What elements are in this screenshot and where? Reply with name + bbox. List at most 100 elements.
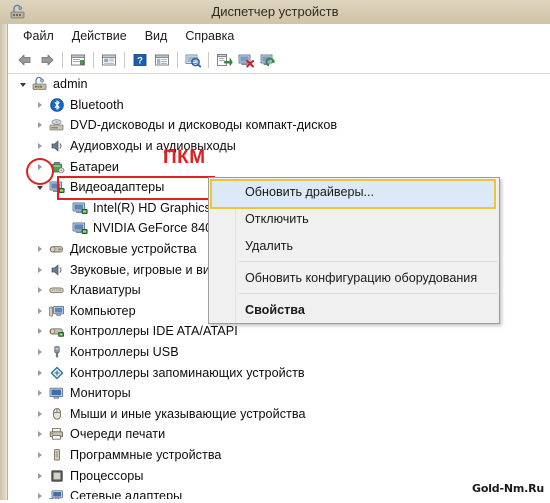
expand-arrow-icon[interactable] [31,445,48,465]
context-menu-separator [239,293,497,294]
context-menu-item-scan-hardware[interactable]: Обновить конфигурацию оборудования [209,264,499,291]
context-menu-item-disable[interactable]: Отключить [209,205,499,232]
tree-item-monitors[interactable]: Мониторы [9,383,549,404]
context-menu-item-uninstall[interactable]: Удалить [209,232,499,259]
tree-item-label: DVD-дисководы и дисководы компакт-дисков [70,118,338,133]
tree-item-label: Bluetooth [70,97,124,112]
dvd-drive-icon [48,117,66,133]
ide-controller-icon [48,323,66,339]
device-manager-window: Диспетчер устройств Файл Действие Вид Сп… [0,0,550,503]
context-menu[interactable]: Обновить драйверы... Отключить Удалить О… [208,177,500,324]
tree-item-label: NVIDIA GeForce 840M [93,221,223,236]
processor-icon [48,468,66,484]
expand-arrow-icon[interactable] [31,321,48,341]
expand-arrow-icon[interactable] [31,115,48,135]
expand-arrow-icon[interactable] [31,136,48,156]
tree-item-label: Программные устройства [70,447,222,462]
expand-arrow-icon[interactable] [31,404,48,424]
expand-arrow-icon[interactable] [31,424,48,444]
toolbar-separator [93,52,94,68]
tree-item-software-devices[interactable]: Программные устройства [9,445,549,466]
menu-view[interactable]: Вид [136,27,177,45]
expand-arrow-icon[interactable] [31,301,48,321]
window-title: Диспетчер устройств [211,4,339,19]
bluetooth-icon [48,97,66,113]
tree-item-label: Батареи [70,159,120,174]
context-menu-separator [239,261,497,262]
menu-action[interactable]: Действие [63,27,136,45]
expand-arrow-expanded-icon[interactable] [14,74,31,94]
tree-item-label: Мыши и иные указывающие устройства [70,406,306,421]
title-bar: Диспетчер устройств [0,0,550,25]
monitor-icon [48,385,66,401]
enable-device-icon[interactable] [257,49,279,71]
audio-icon [48,138,66,154]
expand-arrow-icon[interactable] [31,95,48,115]
toolbar-separator [177,52,178,68]
svg-text:?: ? [137,55,143,66]
disk-drive-icon [48,241,66,257]
computer-icon [31,76,49,92]
printer-icon [48,426,66,442]
back-arrow-icon[interactable] [14,49,36,71]
tree-root-admin[interactable]: admin [9,74,549,95]
context-menu-item-properties[interactable]: Свойства [209,296,499,323]
tree-item-audio-io[interactable]: Аудиовходы и аудиовыходы [9,136,549,157]
software-device-icon [48,447,66,463]
menu-help[interactable]: Справка [176,27,243,45]
tree-item-ide-controllers[interactable]: Контроллеры IDE ATA/ATAPI [9,321,549,342]
uninstall-device-icon[interactable] [235,49,257,71]
menu-file[interactable]: Файл [14,27,63,45]
tree-item-label: Мониторы [70,386,131,401]
context-menu-item-update-drivers[interactable]: Обновить драйверы... [209,178,499,205]
tree-item-usb-controllers[interactable]: Контроллеры USB [9,342,549,363]
expand-arrow-icon[interactable] [31,260,48,280]
forward-arrow-icon[interactable] [36,49,58,71]
tree-item-label: Аудиовходы и аудиовыходы [70,139,236,154]
tree-item-label: Контроллеры USB [70,345,179,360]
keyboard-icon [48,282,66,298]
storage-controller-icon [48,365,66,381]
tree-item-print-queues[interactable]: Очереди печати [9,424,549,445]
tree-item-mice[interactable]: Мыши и иные указывающие устройства [9,404,549,425]
menu-bar: Файл Действие Вид Справка [8,24,550,48]
annotation-pkm-label: ПКМ [163,147,206,168]
sound-device-icon [48,262,66,278]
usb-controller-icon [48,344,66,360]
tree-item-storage-controllers[interactable]: Контроллеры запоминающих устройств [9,362,549,383]
update-driver-icon[interactable] [213,49,235,71]
properties-window-icon[interactable] [67,49,89,71]
expand-arrow-icon[interactable] [31,363,48,383]
tree-item-label: Дисковые устройства [70,242,197,257]
expand-arrow-icon[interactable] [31,342,48,362]
window-left-edge-line [7,24,8,503]
mouse-icon [48,406,66,422]
display-adapter-device-icon [71,200,89,216]
toolbar-separator [62,52,63,68]
network-adapter-icon [48,488,66,499]
annotation-circle-expand-arrow [26,158,54,185]
annotation-rect-selected-device [57,176,215,200]
tree-item-network-adapters[interactable]: Сетевые адаптеры [9,486,549,499]
expand-arrow-icon[interactable] [31,280,48,300]
tree-item-batteries[interactable]: Батареи [9,156,549,177]
tree-item-label: Компьютер [70,303,136,318]
tree-item-label: Сетевые адаптеры [70,489,183,499]
tree-item-processors[interactable]: Процессоры [9,465,549,486]
expand-arrow-icon[interactable] [31,466,48,486]
expand-arrow-icon[interactable] [31,383,48,403]
tree-item-label: Процессоры [70,468,144,483]
tree-item-bluetooth[interactable]: Bluetooth [9,95,549,116]
tree-item-label: Контроллеры запоминающих устройств [70,365,305,380]
scan-hardware-changes-icon[interactable] [182,49,204,71]
tree-item-label: Клавиатуры [70,283,141,298]
tree-item-label: Контроллеры IDE ATA/ATAPI [70,324,238,339]
expand-arrow-icon[interactable] [31,486,48,499]
help-icon[interactable]: ? [129,49,151,71]
expand-arrow-icon[interactable] [31,239,48,259]
toolbar-separator [124,52,125,68]
tree-item-dvd-drives[interactable]: DVD-дисководы и дисководы компакт-дисков [9,115,549,136]
device-properties-icon[interactable] [151,49,173,71]
toolbar: ? [8,47,550,74]
show-hidden-devices-icon[interactable] [98,49,120,71]
